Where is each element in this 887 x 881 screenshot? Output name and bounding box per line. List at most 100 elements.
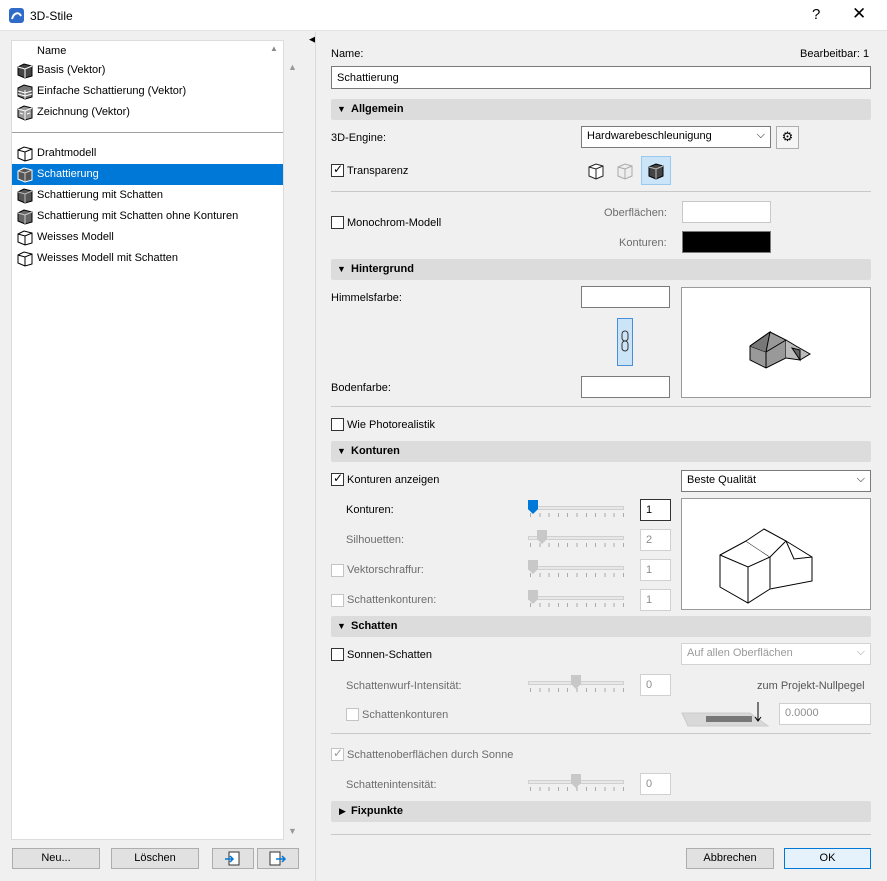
shadow-intensity-slider[interactable] bbox=[528, 675, 624, 692]
shadow-intensity2-slider[interactable] bbox=[528, 774, 624, 791]
transparency-label: Transparenz bbox=[347, 165, 409, 177]
surface-color-swatch[interactable] bbox=[682, 201, 771, 223]
hatched-cube-icon bbox=[17, 84, 33, 100]
shadow-contours-label: Schattenkonturen: bbox=[347, 594, 437, 606]
vector-hatch-checkbox[interactable] bbox=[331, 564, 344, 577]
help-button[interactable]: ? bbox=[812, 6, 820, 23]
slider-thumb[interactable] bbox=[528, 560, 538, 574]
section-schatten[interactable]: ▼ Schatten bbox=[331, 616, 871, 637]
vector-hatch-slider[interactable] bbox=[528, 560, 624, 577]
link-colors-button[interactable] bbox=[617, 318, 633, 366]
mono-contours-label: Konturen: bbox=[619, 237, 667, 249]
section-fixpunkte[interactable]: ▶ Fixpunkte bbox=[331, 801, 871, 822]
sky-color-swatch[interactable] bbox=[581, 286, 670, 308]
import-button[interactable] bbox=[212, 848, 254, 869]
contour-color-swatch[interactable] bbox=[682, 231, 771, 253]
slider-thumb[interactable] bbox=[537, 530, 547, 544]
splitter[interactable] bbox=[315, 32, 316, 881]
shadow-contours-value-input[interactable]: 1 bbox=[640, 589, 671, 611]
ground-level-icon bbox=[681, 702, 770, 727]
vector-hatch-value-input[interactable]: 1 bbox=[640, 559, 671, 581]
divider bbox=[331, 191, 871, 192]
export-icon bbox=[269, 851, 287, 866]
slider-thumb[interactable] bbox=[528, 500, 538, 514]
list-header[interactable]: Name ▲ bbox=[12, 41, 283, 61]
shaded-shadow-cube-icon bbox=[17, 188, 33, 204]
scroll-down-icon[interactable]: ▼ bbox=[288, 826, 297, 836]
sun-shadow-label: Sonnen-Schatten bbox=[347, 649, 433, 661]
list-item[interactable]: Basis (Vektor) bbox=[12, 60, 283, 81]
shadow-intensity-input[interactable]: 0 bbox=[640, 674, 671, 696]
shadow-contours2-checkbox[interactable] bbox=[346, 708, 359, 721]
new-button[interactable]: Neu... bbox=[12, 848, 100, 869]
shadow-contours2-label: Schattenkonturen bbox=[362, 709, 449, 721]
ground-color-swatch[interactable] bbox=[581, 376, 670, 398]
wireframe-cube-icon bbox=[17, 146, 33, 162]
monochrome-label: Monochrom-Modell bbox=[347, 217, 442, 229]
name-label: Name: bbox=[331, 48, 364, 60]
scroll-up-icon[interactable]: ▲ bbox=[288, 62, 297, 72]
sun-surfaces-checkbox[interactable] bbox=[331, 746, 344, 761]
collapse-triangle-icon: ▼ bbox=[337, 104, 346, 114]
list-header-label: Name bbox=[37, 45, 67, 57]
surfaces-label: Oberflächen: bbox=[604, 207, 667, 219]
shadow-contours-checkbox[interactable] bbox=[331, 594, 344, 607]
silhouettes-label: Silhouetten: bbox=[346, 534, 405, 546]
engine-settings-button[interactable]: ⚙ bbox=[776, 126, 799, 149]
app-icon bbox=[9, 8, 24, 23]
project-zero-input[interactable]: 0.0000 bbox=[779, 703, 871, 725]
list-item[interactable]: Weisses Modell bbox=[12, 227, 283, 248]
ground-color-label: Bodenfarbe: bbox=[331, 382, 391, 394]
list-separator bbox=[12, 132, 283, 133]
section-allgemein[interactable]: ▼ Allgemein bbox=[331, 99, 871, 120]
sun-surfaces-label: Schattenoberflächen durch Sonne bbox=[347, 749, 514, 761]
slider-thumb[interactable] bbox=[528, 590, 538, 604]
close-button[interactable]: ✕ bbox=[852, 4, 866, 24]
section-hintergrund[interactable]: ▼ Hintergrund bbox=[331, 259, 871, 280]
engine-select[interactable]: Hardwarebeschleunigung ⌵ bbox=[581, 126, 771, 148]
section-konturen[interactable]: ▼ Konturen bbox=[331, 441, 871, 462]
sun-shadow-checkbox[interactable] bbox=[331, 648, 344, 661]
silhouettes-value-input[interactable]: 2 bbox=[640, 529, 671, 551]
list-item[interactable]: Weisses Modell mit Schatten bbox=[12, 248, 283, 269]
slider-thumb[interactable] bbox=[571, 774, 581, 788]
contours-slider[interactable] bbox=[528, 500, 624, 517]
delete-button[interactable]: Löschen bbox=[111, 848, 199, 869]
transparency-checkbox[interactable] bbox=[331, 162, 344, 177]
ok-button[interactable]: OK bbox=[784, 848, 871, 869]
style-list[interactable]: Name ▲ Basis (Vektor) Einfache Schattier… bbox=[11, 40, 284, 840]
list-item[interactable]: Drahtmodell bbox=[12, 143, 283, 164]
show-contours-checkbox[interactable] bbox=[331, 471, 344, 486]
white-shadow-cube-icon bbox=[17, 251, 33, 267]
list-item-selected[interactable]: Schattierung bbox=[12, 164, 283, 185]
gear-icon: ⚙ bbox=[781, 129, 794, 144]
engine-label: 3D-Engine: bbox=[331, 132, 387, 144]
list-item[interactable]: Einfache Schattierung (Vektor) bbox=[12, 81, 283, 102]
shaded-shadow-nocontour-icon bbox=[17, 209, 33, 225]
list-item[interactable]: Schattierung mit Schatten ohne Konturen bbox=[12, 206, 283, 227]
contours-value-input[interactable]: 1 bbox=[640, 499, 671, 521]
solid-cube-icon bbox=[648, 163, 664, 180]
list-item[interactable]: Schattierung mit Schatten bbox=[12, 185, 283, 206]
export-button[interactable] bbox=[257, 848, 299, 869]
transparency-mode-light-icon[interactable] bbox=[615, 161, 635, 181]
contour-quality-select[interactable]: Beste Qualität ⌵ bbox=[681, 470, 871, 492]
shadow-mode-select[interactable]: Auf allen Oberflächen ⌵ bbox=[681, 643, 871, 665]
transparency-mode-wire-icon[interactable] bbox=[586, 161, 606, 181]
collapse-triangle-icon: ▼ bbox=[337, 264, 346, 274]
editable-count: Bearbeitbar: 1 bbox=[800, 48, 870, 60]
silhouettes-slider[interactable] bbox=[528, 530, 624, 547]
photorealistic-checkbox[interactable] bbox=[331, 418, 344, 431]
photorealistic-label: Wie Photorealistik bbox=[347, 419, 436, 431]
monochrome-checkbox[interactable] bbox=[331, 216, 344, 229]
expand-triangle-icon: ▶ bbox=[339, 806, 346, 816]
chevron-down-icon: ⌵ bbox=[856, 473, 865, 485]
cancel-button[interactable]: Abbrechen bbox=[686, 848, 774, 869]
shadow-contours-slider[interactable] bbox=[528, 590, 624, 607]
list-item[interactable]: Zeichnung (Vektor) bbox=[12, 102, 283, 123]
slider-thumb[interactable] bbox=[571, 675, 581, 689]
shadow-intensity2-input[interactable]: 0 bbox=[640, 773, 671, 795]
name-input[interactable]: Schattierung bbox=[331, 66, 871, 89]
project-zero-label: zum Projekt-Nullpegel bbox=[757, 680, 865, 692]
transparency-mode-solid[interactable] bbox=[641, 156, 671, 185]
